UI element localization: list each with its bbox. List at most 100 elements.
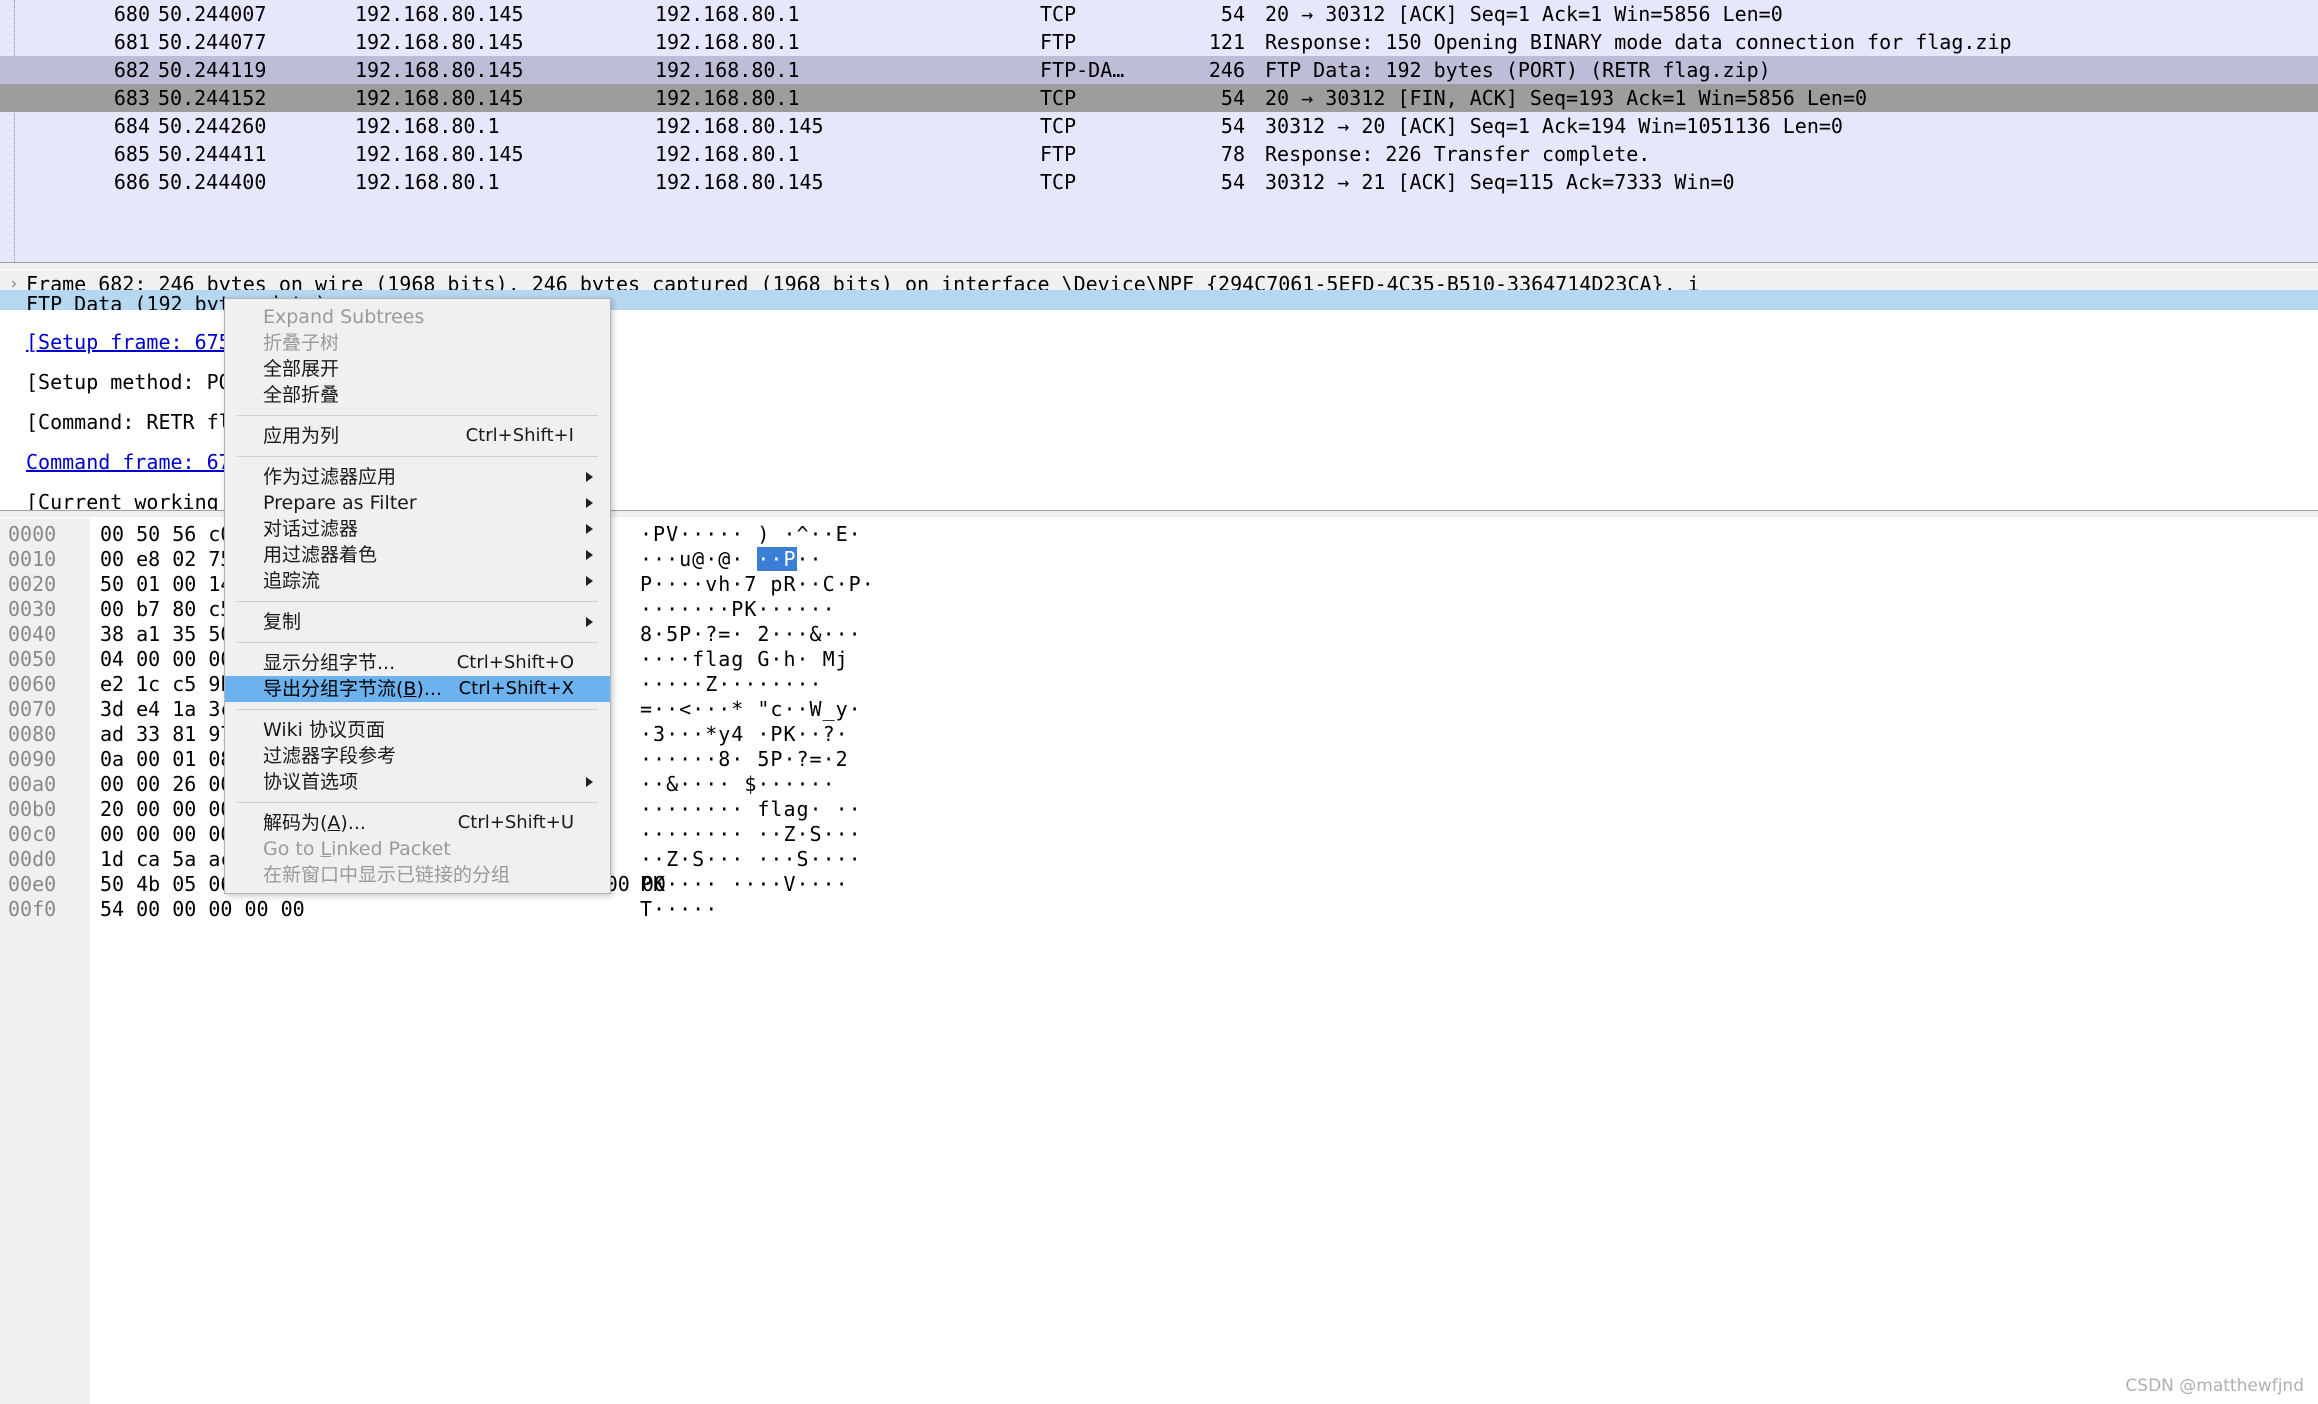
menu-item[interactable]: 追踪流 — [225, 568, 610, 594]
packet-info: 30312 → 20 [ACK] Seq=1 Ack=194 Win=10511… — [1265, 114, 1843, 138]
hex-ascii: ··&···· $······ — [640, 772, 836, 797]
hex-offset: 00c0 — [8, 822, 57, 846]
packet-length: 54 — [1220, 114, 1245, 138]
hex-offset: 0080 — [8, 722, 57, 746]
wireshark-window: 680 50.244007 192.168.80.145 192.168.80.1 TC… — [0, 0, 2318, 1404]
hex-dump-row[interactable]: 00f0 54 00 00 00 00 00 T····· — [0, 897, 2318, 922]
hex-offset: 0000 — [8, 522, 57, 546]
detail-subtree-link[interactable]: [Setup frame: 675] — [26, 328, 243, 356]
detail-subtree-link[interactable]: Command frame: 677 — [26, 448, 243, 476]
packet-list-splitter[interactable] — [0, 262, 2318, 270]
packet-source: 192.168.80.145 — [355, 30, 524, 54]
menu-item[interactable]: 导出分组字节流(B)... Ctrl+Shift+X — [225, 676, 610, 702]
menu-item-shortcut: Ctrl+Shift+U — [457, 812, 574, 833]
packet-no: 680 — [113, 2, 150, 26]
hex-offset: 00f0 — [8, 897, 57, 921]
menu-item[interactable]: 显示分组字节... Ctrl+Shift+O — [225, 650, 610, 676]
packet-no: 686 — [113, 170, 150, 194]
hex-ascii-pre: PK···· ····V···· — [640, 872, 849, 896]
packet-time: 50.244152 — [158, 86, 267, 110]
menu-separator — [237, 709, 598, 710]
menu-item-label: 导出分组字节流(B)... — [263, 678, 442, 700]
hex-offset: 00b0 — [8, 797, 57, 821]
watermark: CSDN @matthewfjnd — [2125, 1376, 2304, 1396]
packet-row[interactable]: 684 50.244260 192.168.80.1 192.168.80.145 TC… — [0, 112, 2318, 140]
packet-protocol: TCP — [1040, 2, 1077, 26]
menu-item[interactable]: 协议首选项 — [225, 769, 610, 795]
menu-item[interactable]: 用过滤器着色 — [225, 542, 610, 568]
packet-row[interactable]: 685 50.244411 192.168.80.145 192.168.80.1 FT… — [0, 140, 2318, 168]
packet-length: 54 — [1220, 2, 1245, 26]
packet-info: 20 → 30312 [FIN, ACK] Seq=193 Ack=1 Win=… — [1265, 86, 1868, 110]
hex-offset: 0090 — [8, 747, 57, 771]
menu-item-label: 全部展开 — [263, 358, 340, 380]
hex-offset: 0060 — [8, 672, 57, 696]
hex-ascii: ········ flag· ·· — [640, 797, 862, 822]
menu-item-label: 全部折叠 — [263, 384, 340, 406]
menu-item[interactable]: 全部折叠 — [225, 382, 610, 408]
hex-ascii-pre: ········ flag· ·· — [640, 797, 862, 821]
menu-item: Go to Linked Packet — [225, 836, 610, 862]
packet-protocol: FTP — [1040, 142, 1077, 166]
hex-ascii-post: ·· — [796, 547, 823, 571]
context-menu[interactable]: Expand Subtrees 折叠子树全部展开全部折叠应用为列 Ctrl+Shif… — [224, 298, 611, 894]
menu-separator — [237, 601, 598, 602]
hex-offset: 00e0 — [8, 872, 57, 896]
menu-item[interactable]: 应用为列 Ctrl+Shift+I — [225, 423, 610, 449]
menu-separator — [237, 456, 598, 457]
hex-ascii-pre: ·······PK······ — [640, 597, 836, 621]
hex-ascii-pre: ·PV····· ) ·^··E· — [640, 522, 862, 546]
packet-time: 50.244411 — [158, 142, 267, 166]
hex-offset: 0020 — [8, 572, 57, 596]
menu-item[interactable]: 过滤器字段参考 — [225, 743, 610, 769]
menu-item[interactable]: Wiki 协议页面 — [225, 717, 610, 743]
packet-length: 54 — [1220, 170, 1245, 194]
packet-list-pane[interactable]: 680 50.244007 192.168.80.145 192.168.80.1 TC… — [0, 0, 2318, 262]
menu-item[interactable]: 解码为(A)... Ctrl+Shift+U — [225, 810, 610, 836]
menu-item-label: 折叠子树 — [263, 332, 340, 354]
menu-item[interactable]: 复制 — [225, 609, 610, 635]
hex-offset: 0050 — [8, 647, 57, 671]
menu-item-shortcut: Ctrl+Shift+I — [465, 425, 574, 446]
packet-source: 192.168.80.1 — [355, 170, 500, 194]
menu-item-label: Go to Linked Packet — [263, 838, 451, 860]
hex-ascii-pre: P····vh·7 pR··C·P· — [640, 572, 875, 596]
packet-row[interactable]: 680 50.244007 192.168.80.145 192.168.80.1 TC… — [0, 0, 2318, 28]
menu-item-label: 协议首选项 — [263, 771, 359, 793]
packet-info: Response: 150 Opening BINARY mode data c… — [1265, 30, 2012, 54]
packet-time: 50.244077 — [158, 30, 267, 54]
hex-ascii-pre: ···u@·@· — [640, 547, 758, 571]
menu-item[interactable]: 全部展开 — [225, 356, 610, 382]
menu-item: 折叠子树 — [225, 330, 610, 356]
hex-ascii: ········ ··Z·S··· — [640, 822, 862, 847]
packet-protocol: TCP — [1040, 86, 1077, 110]
packet-destination: 192.168.80.1 — [655, 2, 800, 26]
chevron-right-icon — [584, 490, 596, 516]
menu-separator — [237, 642, 598, 643]
packet-length: 78 — [1220, 142, 1245, 166]
hex-ascii: P····vh·7 pR··C·P· — [640, 572, 875, 597]
menu-separator — [237, 802, 598, 803]
menu-item: Expand Subtrees — [225, 304, 610, 330]
detail-subtree-label: [Setup method: POR — [26, 370, 243, 394]
menu-item-label: 过滤器字段参考 — [263, 745, 397, 767]
packet-length: 54 — [1220, 86, 1245, 110]
menu-item[interactable]: Prepare as Filter — [225, 490, 610, 516]
menu-item-label: 解码为(A)... — [263, 812, 366, 834]
menu-item[interactable]: 对话过滤器 — [225, 516, 610, 542]
menu-item[interactable]: 作为过滤器应用 — [225, 464, 610, 490]
packet-row[interactable]: 681 50.244077 192.168.80.145 192.168.80.1 FT… — [0, 28, 2318, 56]
hex-ascii: ·······PK······ — [640, 597, 836, 622]
chevron-right-icon — [584, 609, 596, 635]
menu-item-shortcut: Ctrl+Shift+X — [458, 678, 574, 699]
packet-no: 684 — [113, 114, 150, 138]
hex-offset: 00d0 — [8, 847, 57, 871]
packet-row[interactable]: 686 50.244400 192.168.80.1 192.168.80.145 TC… — [0, 168, 2318, 196]
packet-source: 192.168.80.1 — [355, 114, 500, 138]
hex-ascii-pre: ··Z·S··· ···S···· — [640, 847, 862, 871]
packet-row[interactable]: 682 50.244119 192.168.80.145 192.168.80.1 FT… — [0, 56, 2318, 84]
menu-item: 在新窗口中显示已链接的分组 — [225, 862, 610, 888]
hex-ascii-pre: ······8· 5P·?=·2 — [640, 747, 849, 771]
menu-item-label: 对话过滤器 — [263, 518, 359, 540]
packet-row[interactable]: 683 50.244152 192.168.80.145 192.168.80.1 TC… — [0, 84, 2318, 112]
